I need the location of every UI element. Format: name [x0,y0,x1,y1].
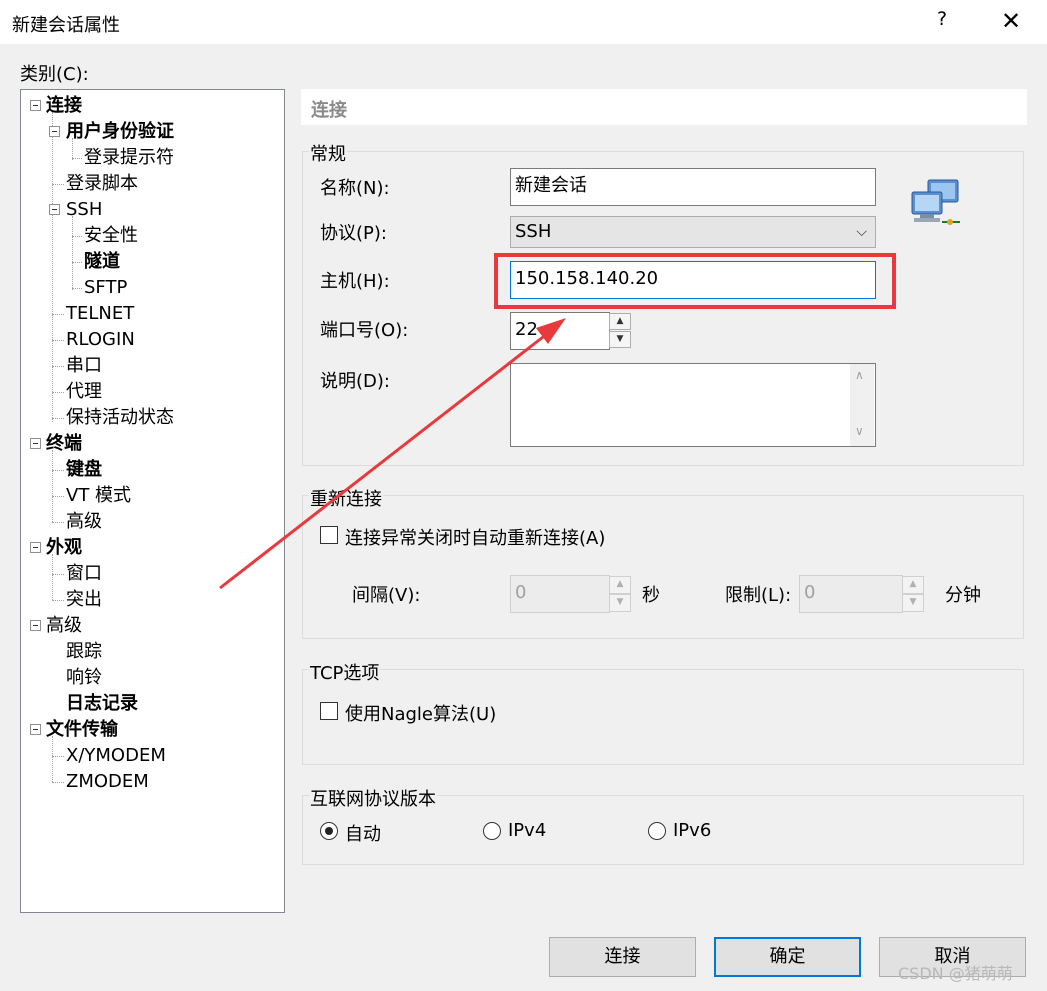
annotation-arrow [219,318,566,590]
watermark: CSDN @猪萌萌 [898,964,1013,983]
